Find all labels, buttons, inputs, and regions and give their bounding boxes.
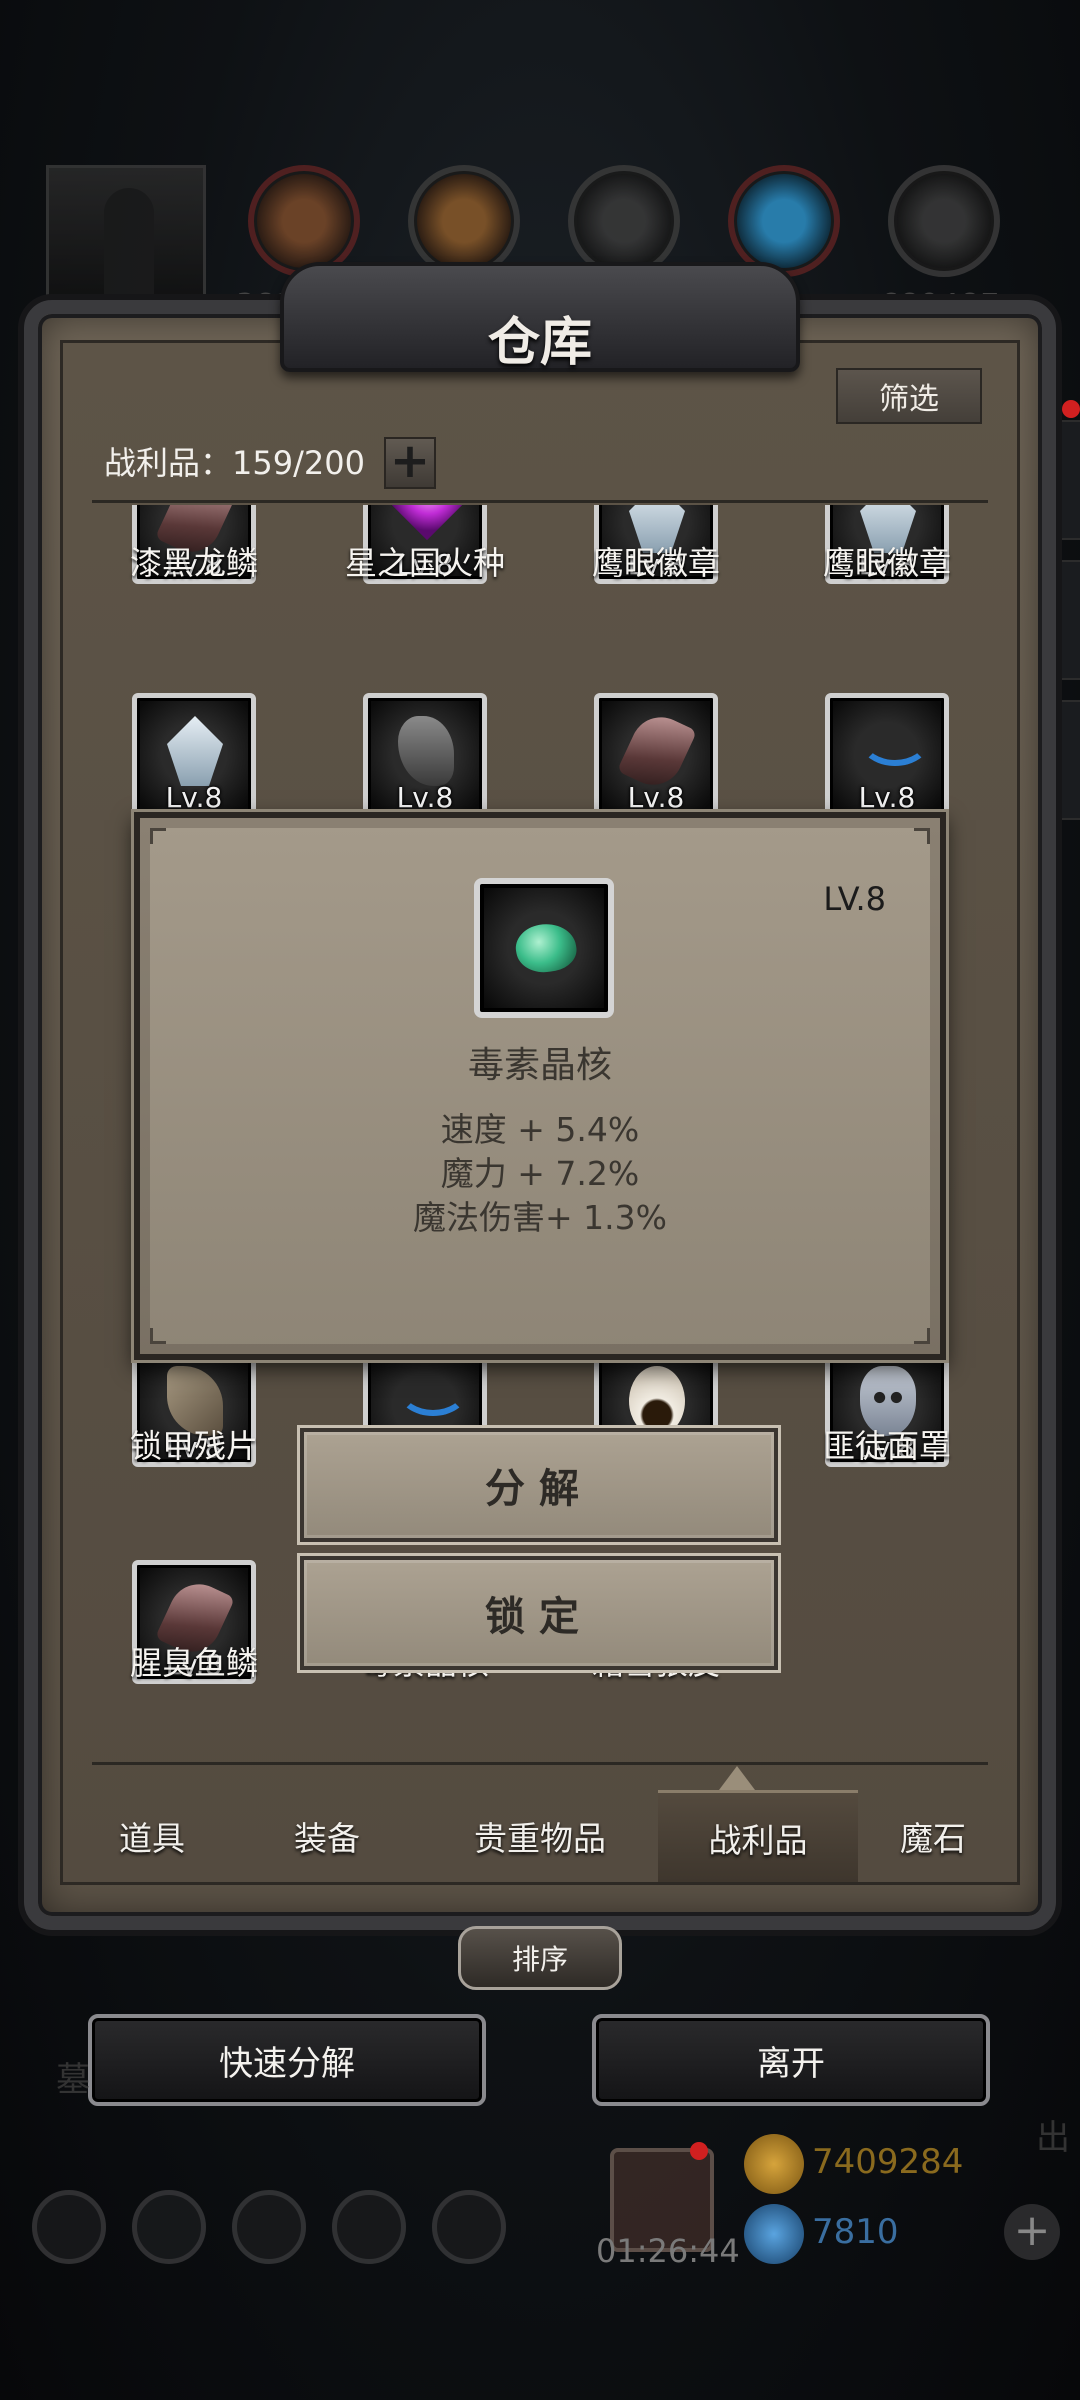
inventory-item[interactable]: Lv.8 匪徒面罩 — [785, 1343, 988, 1493]
divider — [92, 500, 988, 503]
mail-icon — [332, 2190, 406, 2264]
inventory-item[interactable]: Lv.8 漆黑龙鳞 — [92, 505, 322, 610]
map-icon — [432, 2190, 506, 2264]
item-detail-name: 毒素晶核 — [467, 1045, 612, 1086]
resource-crystal-icon — [728, 165, 840, 277]
stat-line: 速度 + 5.4% — [440, 1110, 640, 1149]
green-crystal-icon — [512, 919, 580, 977]
blue-arc-icon — [398, 1366, 468, 1416]
character-figure — [104, 188, 154, 298]
corner-ornament — [150, 1328, 166, 1344]
warehouse-title: 仓库 — [487, 312, 592, 373]
item-name: 漆黑龙鳞 — [129, 544, 258, 582]
divider — [92, 1762, 988, 1765]
item-name: 锁甲残片 — [129, 1427, 258, 1465]
tab-items[interactable]: 道具 — [72, 1790, 232, 1882]
achievement-icon — [132, 2190, 206, 2264]
decompose-button[interactable]: 分解 — [300, 1428, 778, 1542]
tab-loot[interactable]: 战利品 — [658, 1790, 858, 1882]
item-name: 鹰眼徽章 — [822, 544, 951, 582]
background-label: 出 — [1036, 2118, 1070, 2158]
inventory-item[interactable]: Lv.8 锁甲残片 — [92, 1343, 322, 1493]
inventory-item[interactable]: Lv.8 腥臭鱼鳞 — [92, 1560, 322, 1710]
stat-line: 魔力 + 7.2% — [440, 1154, 640, 1193]
gold-amount: 7409284 — [812, 2142, 964, 2182]
inventory-item[interactable]: Lv.8 鹰眼徽章 — [785, 505, 988, 610]
inventory-item[interactable]: Lv.8 星之国火种 — [323, 505, 553, 610]
add-gems-icon: + — [1004, 2204, 1060, 2260]
resource-stone-icon — [888, 165, 1000, 277]
item-slot: Lv.8 — [594, 693, 718, 817]
sort-button[interactable]: 排序 — [458, 1926, 622, 1990]
corner-ornament — [914, 1328, 930, 1344]
item-detail-popup: LV.8 毒素晶核 速度 + 5.4% 魔力 + 7.2% 魔法伤害+ 1.3% — [134, 812, 946, 1360]
resource-iron-icon — [568, 165, 680, 277]
gem-amount: 7810 — [812, 2212, 899, 2252]
gift-timer: 01:26:44 — [596, 2232, 740, 2270]
corner-ornament — [150, 828, 166, 844]
item-slot: Lv.8 — [825, 693, 949, 817]
character-portrait — [46, 165, 206, 305]
inventory-item[interactable]: Lv.8 鹰眼徽章 — [554, 505, 784, 610]
tab-valuables[interactable]: 贵重物品 — [422, 1790, 658, 1882]
fur-icon — [629, 1366, 685, 1436]
gem-icon — [744, 2204, 804, 2264]
quick-decompose-button[interactable]: 快速分解 — [88, 2014, 486, 2106]
item-slot: Lv.8 — [363, 693, 487, 817]
item-name: 腥臭鱼鳞 — [129, 1644, 258, 1682]
corner-ornament — [914, 828, 930, 844]
claw-icon — [398, 716, 454, 786]
resource-meat-icon — [248, 165, 360, 277]
eagle-badge-icon — [167, 716, 223, 786]
leave-button[interactable]: 离开 — [592, 2014, 990, 2106]
item-level: LV.8 — [823, 880, 886, 918]
filter-button[interactable]: 筛选 — [836, 368, 982, 424]
stat-line: 魔法伤害+ 1.3% — [413, 1198, 667, 1237]
gold-coin-icon — [744, 2134, 804, 2194]
resource-wood-icon — [408, 165, 520, 277]
background-label: 墓 — [56, 2060, 90, 2100]
item-slot: Lv.8 — [132, 693, 256, 817]
notification-dot — [1062, 400, 1080, 418]
settings-icon — [32, 2190, 106, 2264]
blue-arc-icon — [860, 716, 930, 766]
item-name: 鹰眼徽章 — [591, 544, 720, 582]
notification-dot — [690, 2142, 708, 2160]
item-name: 匪徒面罩 — [822, 1427, 951, 1465]
purple-gem-icon — [388, 505, 466, 541]
item-stats: 速度 + 5.4% 魔力 + 7.2% 魔法伤害+ 1.3% — [140, 1108, 940, 1240]
expand-capacity-button[interactable]: + — [384, 437, 436, 489]
item-icon-slot — [474, 878, 614, 1018]
lock-button[interactable]: 锁定 — [300, 1556, 778, 1670]
tab-equipment[interactable]: 装备 — [232, 1790, 422, 1882]
tab-magic-stones[interactable]: 魔石 — [858, 1790, 1008, 1882]
book-icon — [232, 2190, 306, 2264]
loot-capacity-label: 战利品：159/200 — [104, 444, 365, 482]
item-name: 星之国火种 — [344, 544, 505, 582]
category-tabs: 道具 装备 贵重物品 战利品 魔石 — [72, 1790, 1008, 1882]
